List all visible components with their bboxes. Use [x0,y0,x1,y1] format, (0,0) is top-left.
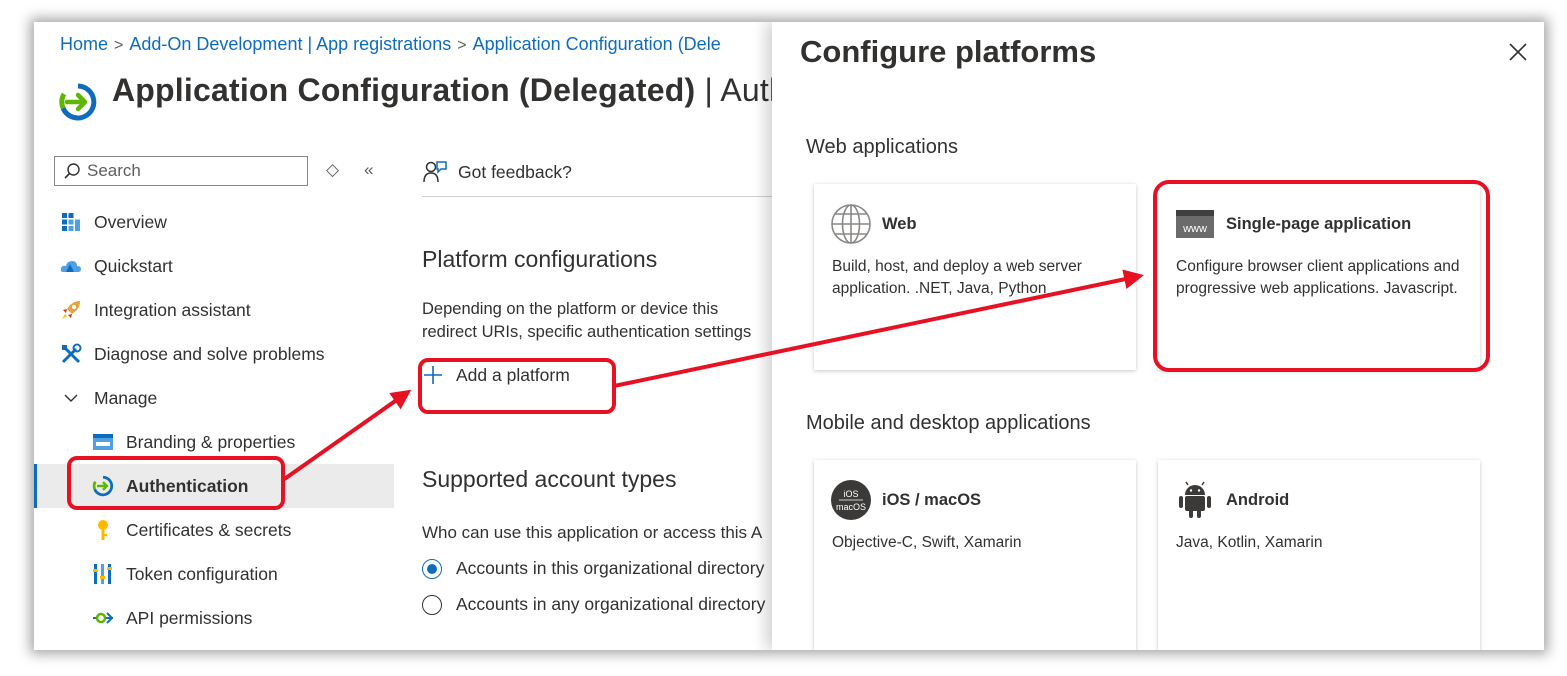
card-title: Web [882,214,917,233]
card-description: Build, host, and deploy a web server app… [832,258,1082,297]
sidebar-item-label: Token configuration [126,563,278,584]
radio-label: Accounts in this organizational director… [456,558,765,578]
breadcrumb-current[interactable]: Application Configuration (Dele [473,34,721,54]
radio-option-single-tenant[interactable]: Accounts in this organizational director… [422,558,764,579]
search-placeholder: Search [87,161,141,180]
sidebar-item-overview[interactable]: Overview [34,200,394,244]
globe-icon [830,203,872,245]
account-types-description: Who can use this application or access t… [422,523,763,542]
wrench-icon [60,343,82,365]
platform-card-android[interactable]: Android Java, Kotlin, Xamarin [1158,460,1480,650]
sidebar-item-authentication[interactable]: Authentication [34,464,394,508]
www-icon: www [1174,203,1216,245]
search-icon [64,163,80,179]
radio-option-multi-tenant[interactable]: Accounts in any organizational directory [422,594,765,615]
platform-description-line-2: redirect URIs, specific authentication s… [422,323,752,341]
page-title: Application Configuration (Delegated) | … [112,72,787,109]
authentication-icon [92,475,114,497]
search-input[interactable]: Search [54,156,308,186]
android-icon [1174,479,1216,521]
quickstart-icon [60,255,82,277]
plus-icon [424,366,442,384]
sidebar-item-branding[interactable]: Branding & properties [34,420,394,464]
chevron-right-icon: > [114,37,124,54]
sidebar-item-label: Branding & properties [126,431,296,452]
card-title: Single-page application [1226,214,1412,233]
radio-button-selected[interactable] [422,558,442,579]
sidebar-item-api-permissions[interactable]: API permissions [34,596,394,640]
sidebar-item-label: Integration assistant [94,299,251,320]
macos-icon-text: macOS [836,502,866,512]
ios-macos-icon: iOS macOS [830,479,872,521]
panel-title: Configure platforms [800,34,1097,69]
sort-icon[interactable]: ◇ [326,160,339,180]
sidebar-item-label: Authentication [126,475,249,496]
portal-window: Home > Add-On Development | App registrati… [34,22,1544,650]
www-icon-text: www [1182,223,1207,235]
chevron-down-icon [60,387,82,409]
sidebar-item-label: Quickstart [94,255,173,276]
divider [422,196,802,197]
feedback-button[interactable]: Got feedback? [422,160,572,184]
radio-button[interactable] [422,594,442,615]
mobile-desktop-applications-label: Mobile and desktop applications [806,412,1091,434]
api-permissions-icon [92,607,114,629]
breadcrumb-home[interactable]: Home [60,34,108,54]
ios-icon-text: iOS [843,489,858,499]
sidebar-item-certificates[interactable]: Certificates & secrets [34,508,394,552]
web-applications-label: Web applications [806,136,958,158]
card-title: Android [1226,490,1290,509]
sidebar-nav: Overview Quickstart Integration assistan… [34,200,394,640]
platform-description-line-1: Depending on the platform or device this [422,300,719,318]
add-platform-label: Add a platform [456,364,570,385]
token-icon [92,563,114,585]
supported-account-types-heading: Supported account types [422,466,677,492]
platform-card-ios-macos[interactable]: iOS macOS iOS / macOS Objective-C, Swift… [814,460,1136,650]
platform-card-web[interactable]: Web Build, host, and deploy a web server… [814,184,1136,370]
feedback-label: Got feedback? [458,161,572,182]
authentication-app-icon [59,83,97,121]
overview-icon [60,211,82,233]
sidebar-group-manage[interactable]: Manage [34,376,394,420]
breadcrumb: Home > Add-On Development | App registrati… [60,34,721,55]
radio-label: Accounts in any organizational directory [456,594,766,614]
card-title: iOS / macOS [882,490,982,509]
sidebar-item-quickstart[interactable]: Quickstart [34,244,394,288]
breadcrumb-app-registrations[interactable]: Add-On Development | App registrations [129,34,451,54]
sidebar-item-token-configuration[interactable]: Token configuration [34,552,394,596]
platform-configurations-heading: Platform configurations [422,246,658,272]
card-description: Java, Kotlin, Xamarin [1176,534,1323,551]
sidebar-item-label: Diagnose and solve problems [94,343,325,364]
branding-icon [92,431,114,453]
feedback-icon [423,161,447,183]
key-icon [92,519,114,541]
sidebar-item-label: API permissions [126,607,253,628]
sidebar-item-diagnose[interactable]: Diagnose and solve problems [34,332,394,376]
close-icon[interactable] [1506,40,1530,64]
configure-platforms-panel: Configure platforms Web applications Web… [772,22,1544,650]
sidebar-item-label: Certificates & secrets [126,519,292,540]
sidebar-item-label: Overview [94,211,167,232]
card-description: Configure browser client applications an… [1176,258,1460,297]
sidebar-item-integration-assistant[interactable]: Integration assistant [34,288,394,332]
sidebar-item-label: Manage [94,387,158,408]
platform-card-spa[interactable]: www Single-page application Configure br… [1158,184,1480,370]
collapse-icon[interactable]: « [364,160,373,180]
add-platform-button[interactable]: Add a platform [422,364,570,386]
chevron-right-icon: > [457,37,467,54]
page-title-main: Application Configuration (Delegated) [112,72,696,108]
card-description: Objective-C, Swift, Xamarin [832,534,1022,551]
rocket-icon [60,299,82,321]
